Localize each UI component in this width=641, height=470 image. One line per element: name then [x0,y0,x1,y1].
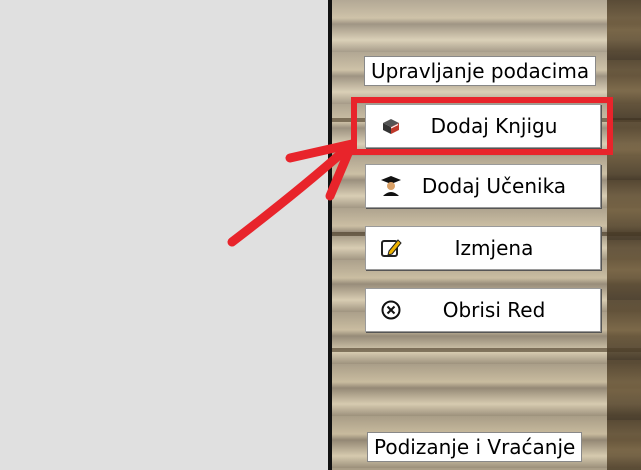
annotation-arrow [227,139,357,247]
